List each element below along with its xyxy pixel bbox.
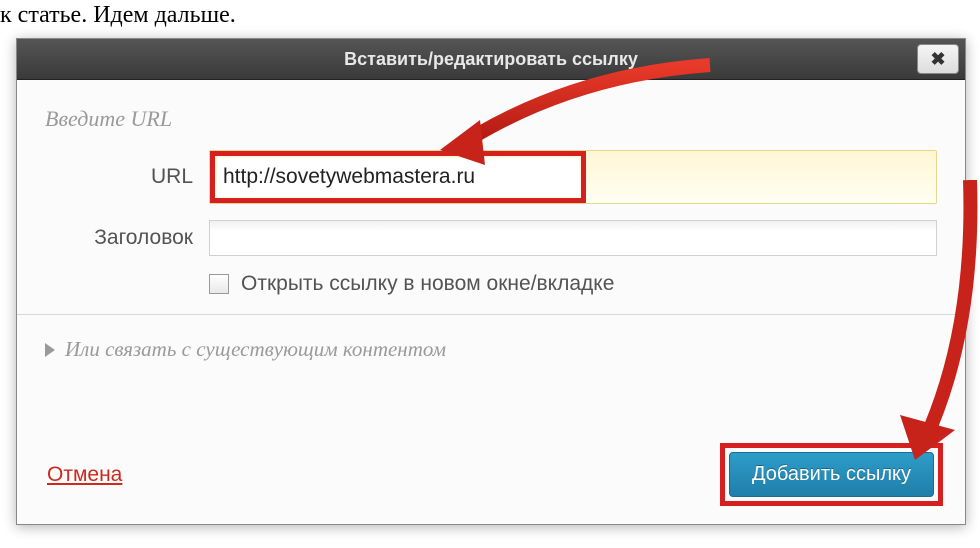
dialog-title: Вставить/редактировать ссылку: [344, 49, 638, 69]
title-label: Заголовок: [45, 226, 209, 250]
chevron-right-icon: [45, 343, 55, 357]
new-tab-row[interactable]: Открыть ссылку в новом окне/вкладке: [209, 272, 937, 296]
dialog-footer: Отмена Добавить ссылку: [17, 429, 965, 524]
dialog-titlebar: Вставить/редактировать ссылку ✖: [17, 39, 965, 80]
section-heading: Введите URL: [45, 106, 937, 132]
url-input-wrap: [209, 150, 937, 204]
close-icon: ✖: [930, 39, 945, 79]
url-row: URL: [45, 150, 937, 204]
title-input[interactable]: [209, 220, 937, 256]
cancel-link[interactable]: Отмена: [47, 463, 122, 487]
dialog-body: Введите URL URL Заголовок Открыть ссылку…: [17, 80, 965, 315]
insert-link-dialog: Вставить/редактировать ссылку ✖ Введите …: [16, 38, 966, 525]
expand-section[interactable]: Или связать с существующим контентом: [17, 315, 965, 366]
new-tab-label: Открыть ссылку в новом окне/вкладке: [241, 272, 614, 296]
close-button[interactable]: ✖: [917, 44, 959, 74]
background-text: к статье. Идем дальше.: [0, 2, 236, 29]
highlight-frame-add: Добавить ссылку: [720, 443, 943, 506]
new-tab-checkbox[interactable]: [209, 274, 229, 294]
expand-label: Или связать с существующим контентом: [65, 337, 446, 362]
url-label: URL: [45, 165, 209, 189]
title-row: Заголовок: [45, 220, 937, 256]
add-link-button[interactable]: Добавить ссылку: [729, 452, 934, 497]
highlight-frame-url: [210, 151, 586, 203]
url-input[interactable]: [217, 158, 579, 196]
